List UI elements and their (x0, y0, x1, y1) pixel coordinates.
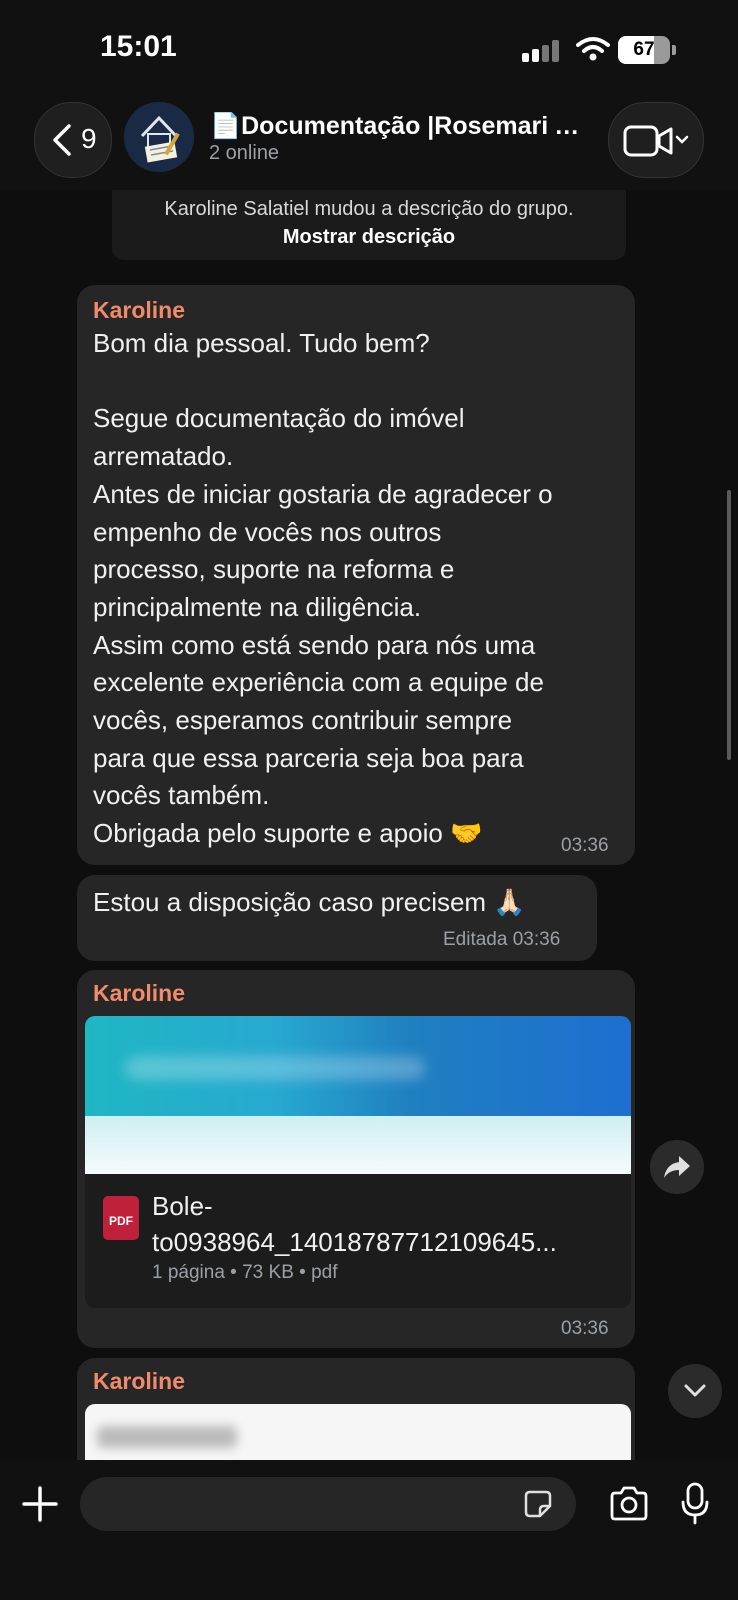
battery-indicator: 67 (618, 36, 676, 64)
battery-level: 67 (633, 39, 655, 60)
document-message[interactable]: Karoline PDF Bole- to0938964_14018787712… (77, 970, 635, 1348)
sticker-icon[interactable] (522, 1488, 554, 1520)
image-preview[interactable] (85, 1404, 631, 1464)
message-time: 03:36 (561, 835, 609, 856)
wifi-icon (576, 37, 610, 61)
video-call-button[interactable] (608, 102, 704, 178)
forward-button[interactable] (650, 1140, 704, 1194)
back-button[interactable]: 9 (34, 102, 112, 178)
video-camera-icon (623, 125, 689, 157)
group-avatar[interactable] (124, 102, 194, 172)
chevron-down-icon (684, 1384, 706, 1397)
document-name-line2: to0938964_14018787712109645... (152, 1227, 557, 1257)
document-name: Bole- to0938964_14018787712109645... (152, 1188, 612, 1260)
system-message: Karoline Salatiel mudou a descrição do g… (112, 190, 626, 260)
scrollbar[interactable] (727, 490, 731, 760)
online-status: 2 online (209, 142, 280, 164)
pdf-icon-label: PDF (109, 1214, 133, 1228)
message-composer (0, 1460, 738, 1600)
document-meta: 1 página • 73 KB • pdf (152, 1262, 338, 1283)
scroll-down-button[interactable] (668, 1364, 722, 1418)
group-title[interactable]: 📄Documentação |Rosemari A... (210, 112, 590, 141)
message-time: 03:36 (561, 1318, 609, 1339)
sender-name: Karoline (93, 1368, 186, 1394)
message-bubble[interactable]: Karoline Bom dia pessoal. Tudo bem? Segu… (77, 285, 635, 865)
chat-header: 9 📄Documentação |Rosemari A... 2 online (0, 90, 738, 190)
forward-icon (664, 1156, 690, 1178)
message-text: Bom dia pessoal. Tudo bem? Segue documen… (93, 328, 553, 849)
microphone-icon[interactable] (680, 1482, 710, 1526)
sender-name: Karoline (93, 980, 186, 1006)
group-avatar-image (124, 102, 194, 172)
status-time: 15:01 (100, 30, 177, 63)
document-name-line1: Bole- (152, 1191, 213, 1221)
plus-icon[interactable] (22, 1486, 58, 1522)
sender-name: Karoline (93, 297, 186, 323)
camera-icon[interactable] (608, 1486, 650, 1522)
message-text: Estou a disposição caso precisem 🙏🏻 (93, 887, 526, 917)
message-time: Editada 03:36 (443, 929, 561, 950)
message-bubble[interactable]: Estou a disposição caso precisem 🙏🏻 Edit… (77, 875, 597, 961)
signal-icon (522, 40, 559, 62)
show-description-link[interactable]: Mostrar descrição (112, 226, 626, 249)
unread-count: 9 (81, 123, 97, 154)
pdf-icon: PDF (103, 1196, 139, 1240)
status-bar: 15:01 67 (0, 0, 738, 90)
document-info[interactable]: PDF Bole- to0938964_14018787712109645...… (85, 1174, 631, 1308)
document-preview[interactable] (85, 1016, 631, 1174)
message-input[interactable] (80, 1477, 576, 1531)
system-message-text: Karoline Salatiel mudou a descrição do g… (164, 198, 574, 220)
chevron-left-icon (53, 124, 71, 156)
